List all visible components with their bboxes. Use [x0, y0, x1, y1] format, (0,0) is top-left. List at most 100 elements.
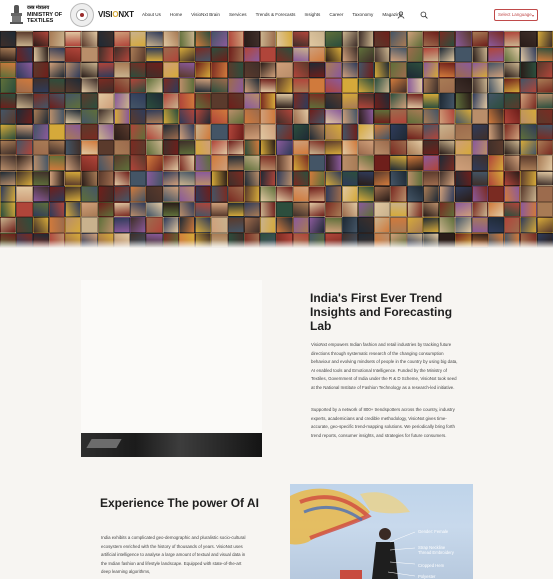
collage-tile [32, 201, 49, 217]
collage-tile [260, 124, 277, 140]
nav-services[interactable]: Services [229, 12, 247, 17]
collage-tile [178, 31, 196, 47]
collage-tile [113, 62, 131, 78]
nav-about-us[interactable]: About Us [142, 12, 161, 17]
collage-tile [146, 155, 163, 171]
collage-tile [520, 155, 537, 171]
collage-tile [227, 46, 244, 62]
nav-career[interactable]: Career [329, 12, 343, 17]
collage-tile [211, 31, 228, 47]
collage-tile [16, 201, 33, 217]
nav-insights[interactable]: Insights [304, 12, 320, 17]
collage-tile [65, 62, 82, 78]
collage-tile [32, 62, 49, 78]
collage-tile [113, 201, 131, 217]
collage-tile [211, 217, 228, 233]
collage-tile [439, 77, 456, 93]
collage-tile [227, 93, 244, 109]
collage-tile [0, 139, 17, 155]
nav-trends-forecasts[interactable]: Trends & Forecasts [256, 12, 296, 17]
collage-tile [536, 46, 553, 62]
collage-tile [536, 93, 553, 109]
collage-tile [357, 186, 375, 202]
collage-tile [341, 217, 358, 233]
collage-tile [406, 170, 423, 186]
collage-tile [178, 46, 196, 62]
collage-tile [292, 170, 310, 186]
collage-tile [130, 170, 147, 186]
collage-tile [390, 155, 407, 171]
collage-tile [146, 201, 163, 217]
collage-tile [471, 217, 488, 233]
collage-tile [390, 124, 407, 140]
collage-tile [325, 217, 342, 233]
collage-tile [243, 108, 261, 124]
collage-tile [260, 186, 277, 202]
nav-visionxt-brain[interactable]: VisioNxt Brain [191, 12, 220, 17]
collage-tile [341, 93, 358, 109]
collage-tile [162, 155, 179, 171]
collage-tile [439, 31, 456, 47]
collage-tile [455, 31, 472, 47]
nift-seal-icon[interactable] [70, 3, 94, 27]
collage-tile [504, 31, 521, 47]
collage-tile [439, 139, 456, 155]
collage-tile [130, 139, 147, 155]
collage-tile [178, 217, 196, 233]
collage-tile [325, 93, 342, 109]
collage-tile [0, 77, 17, 93]
collage-tile [439, 62, 456, 78]
collage-tile [471, 170, 488, 186]
collage-tile [130, 201, 147, 217]
ministry-logo-text[interactable]: वस्त्र मंत्रालय MINISTRY OF TEXTILES [27, 5, 67, 25]
collage-tile [520, 139, 537, 155]
user-icon[interactable] [397, 11, 405, 19]
collage-tile [309, 93, 326, 109]
visionxt-logo[interactable]: VISIONXT [98, 10, 134, 19]
collage-tile [487, 155, 505, 171]
collage-tile [309, 77, 326, 93]
collage-tile [536, 170, 553, 186]
nav-taxonomy[interactable]: Taxonomy [352, 12, 373, 17]
collage-tile [487, 108, 505, 124]
collage-tile [390, 46, 407, 62]
collage-tile [520, 124, 537, 140]
collage-tile [65, 186, 82, 202]
collage-tile [162, 139, 179, 155]
collage-tile [325, 77, 342, 93]
collage-tile [504, 170, 521, 186]
main-nav: About Us Home VisioNxt Brain Services Tr… [142, 12, 402, 17]
collage-tile [390, 93, 407, 109]
collage-tile [113, 46, 131, 62]
collage-tile [374, 217, 391, 233]
collage-tile [260, 77, 277, 93]
collage-tile [422, 62, 440, 78]
collage-tile [439, 170, 456, 186]
collage-tile [16, 139, 33, 155]
language-select[interactable]: Select Language ▾ [494, 9, 538, 21]
collage-tile [211, 46, 228, 62]
collage-tile [357, 139, 375, 155]
collage-tile [260, 201, 277, 217]
collage-tile [341, 124, 358, 140]
collage-tile [162, 186, 179, 202]
collage-tile [81, 201, 98, 217]
nav-home[interactable]: Home [170, 12, 182, 17]
collage-tile [227, 217, 244, 233]
collage-tile [97, 31, 114, 47]
collage-tile [487, 93, 505, 109]
collage-tile [113, 31, 131, 47]
collage-tile [374, 170, 391, 186]
collage-tile [422, 108, 440, 124]
collage-grid [0, 31, 553, 248]
search-icon[interactable] [420, 11, 428, 19]
collage-tile [211, 108, 228, 124]
collage-tile [487, 46, 505, 62]
tag-hem: Cropped Hem [418, 563, 445, 568]
collage-tile [536, 201, 553, 217]
collage-tile [32, 93, 49, 109]
collage-tile [325, 155, 342, 171]
collage-tile [455, 124, 472, 140]
collage-tile [130, 31, 147, 47]
collage-tile [243, 93, 261, 109]
